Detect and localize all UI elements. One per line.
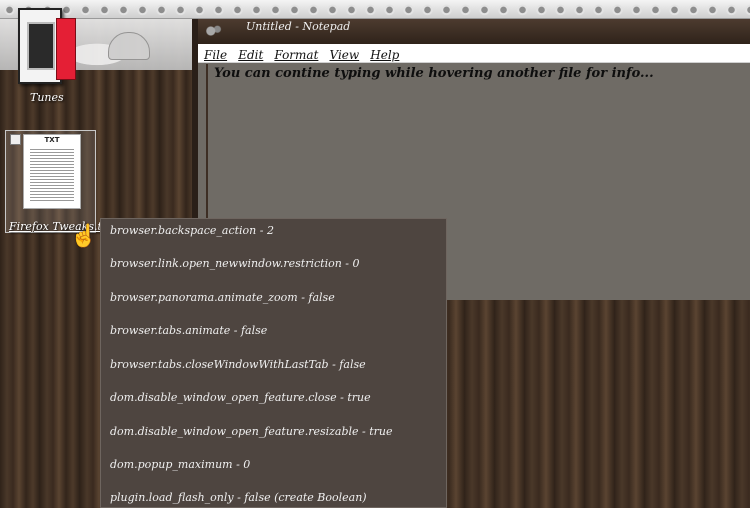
tooltip-row: browser.tabs.animate - false <box>110 324 268 337</box>
tunes-red-cover <box>56 18 76 80</box>
tooltip-row: dom.disable_window_open_feature.close - … <box>110 391 371 404</box>
menu-edit[interactable]: Edit <box>238 48 263 62</box>
tooltip-row: browser.panorama.animate_zoom - false <box>110 291 335 304</box>
tooltip-row: dom.disable_window_open_feature.resizabl… <box>110 425 393 438</box>
text-document-icon: TXT <box>23 134 81 209</box>
tooltip-row: dom.popup_maximum - 0 <box>110 458 251 471</box>
tunes-icon-label: Tunes <box>30 91 64 104</box>
urn-ornament <box>108 32 150 60</box>
select-checkbox[interactable] <box>10 134 21 145</box>
notepad-app-icon <box>202 22 224 40</box>
ornamental-frieze <box>0 0 750 19</box>
menu-format[interactable]: Format <box>274 48 318 62</box>
file-type-badge: TXT <box>44 136 60 144</box>
tooltip-row: browser.link.open_newwindow.restriction … <box>110 257 360 270</box>
notepad-title-bar[interactable]: Untitled - Notepad <box>198 18 750 44</box>
tooltip-row: browser.tabs.closeWindowWithLastTab - fa… <box>110 358 366 371</box>
tooltip-row: browser.backspace_action - 2 <box>110 224 274 237</box>
menu-bar: File Edit Format View Help <box>198 44 750 63</box>
menu-help[interactable]: Help <box>370 48 399 62</box>
document-lines <box>30 147 74 202</box>
file-info-tooltip: browser.backspace_action - 2 browser.lin… <box>100 218 447 508</box>
menu-view[interactable]: View <box>330 48 360 62</box>
hand-cursor-icon: ☝ <box>70 224 98 249</box>
text-file-desktop-icon[interactable]: TXT <box>5 130 96 233</box>
tunes-desktop-icon[interactable] <box>14 6 76 84</box>
window-title: Untitled - Notepad <box>246 20 351 33</box>
tooltip-row: plugin.load_flash_only - false (create B… <box>110 491 367 504</box>
editor-content: You can contine typing while hovering an… <box>214 66 654 81</box>
menu-file[interactable]: File <box>204 48 227 62</box>
tunes-cover-art <box>27 22 55 70</box>
